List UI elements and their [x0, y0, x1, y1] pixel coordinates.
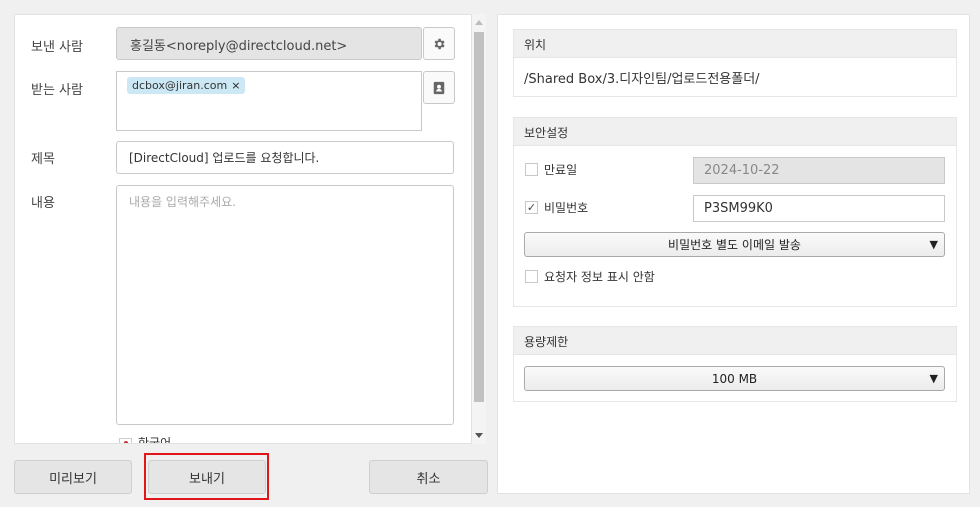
location-path: /Shared Box/3.디자인팀/업로드전용폴더/	[524, 72, 760, 87]
upload-request-form: 보낸 사람 홍길동<noreply@directcloud.net> 받는 사람…	[14, 14, 472, 444]
gear-icon	[434, 38, 445, 49]
recipient-tag-email: dcbox@jiran.com	[132, 79, 228, 92]
password-input[interactable]: P3SM99K0	[693, 195, 945, 222]
korea-flag-icon	[119, 438, 132, 443]
location-title: 위치	[514, 30, 956, 58]
capacity-limit-value: 100 MB	[711, 371, 758, 386]
capacity-section: 용량제한 100 MB ▼	[513, 326, 957, 402]
chevron-down-icon: ▼	[929, 372, 938, 385]
scrollbar-thumb[interactable]	[474, 32, 484, 402]
expiry-checkbox[interactable]	[525, 163, 538, 176]
scroll-down-icon[interactable]	[475, 433, 483, 438]
hide-requester-checkbox[interactable]	[525, 270, 538, 283]
scroll-up-icon[interactable]	[475, 20, 483, 25]
subject-label: 제목	[31, 152, 55, 167]
send-button[interactable]: 보내기	[148, 460, 266, 494]
password-checkbox[interactable]: ✓	[525, 201, 538, 214]
address-book-icon	[433, 81, 445, 94]
checkmark-icon: ✓	[526, 201, 537, 214]
password-delivery-value: 비밀번호 별도 이메일 발송	[668, 238, 801, 252]
security-title: 보안설정	[514, 118, 956, 146]
content-textarea[interactable]: 내용을 입력해주세요.	[116, 185, 454, 425]
settings-panel: 위치 /Shared Box/3.디자인팀/업로드전용폴더/ 보안설정 만료일 …	[497, 14, 970, 494]
chevron-down-icon: ▼	[929, 238, 938, 251]
password-delivery-select[interactable]: 비밀번호 별도 이메일 발송 ▼	[524, 232, 945, 257]
language-selector[interactable]: 한국어	[119, 434, 172, 444]
address-book-button[interactable]	[423, 71, 455, 104]
recipient-tag: dcbox@jiran.com ×	[127, 77, 246, 94]
remove-recipient-icon[interactable]: ×	[231, 79, 240, 92]
expiry-label: 만료일	[544, 163, 578, 177]
preview-button[interactable]: 미리보기	[14, 460, 132, 494]
security-section: 보안설정 만료일 2024-10-22 ✓ 비밀번호 P3SM99K0 비밀번호…	[513, 117, 957, 307]
language-label: 한국어	[138, 436, 172, 444]
content-label: 내용	[31, 196, 55, 211]
password-label: 비밀번호	[544, 201, 589, 215]
sender-field: 홍길동<noreply@directcloud.net>	[116, 27, 422, 60]
expiry-date-input[interactable]: 2024-10-22	[693, 157, 945, 184]
form-scrollbar[interactable]	[472, 14, 486, 444]
capacity-title: 용량제한	[514, 327, 956, 355]
location-section: 위치 /Shared Box/3.디자인팀/업로드전용폴더/	[513, 29, 957, 97]
sender-label: 보낸 사람	[31, 40, 83, 55]
recipient-field[interactable]: dcbox@jiran.com ×	[116, 71, 422, 131]
recipient-label: 받는 사람	[31, 83, 83, 98]
cancel-button[interactable]: 취소	[369, 460, 488, 494]
sender-settings-button[interactable]	[423, 27, 455, 60]
capacity-limit-select[interactable]: 100 MB ▼	[524, 366, 945, 391]
hide-requester-label: 요청자 정보 표시 안함	[544, 270, 655, 284]
subject-input[interactable]: [DirectCloud] 업로드를 요청합니다.	[116, 141, 454, 174]
